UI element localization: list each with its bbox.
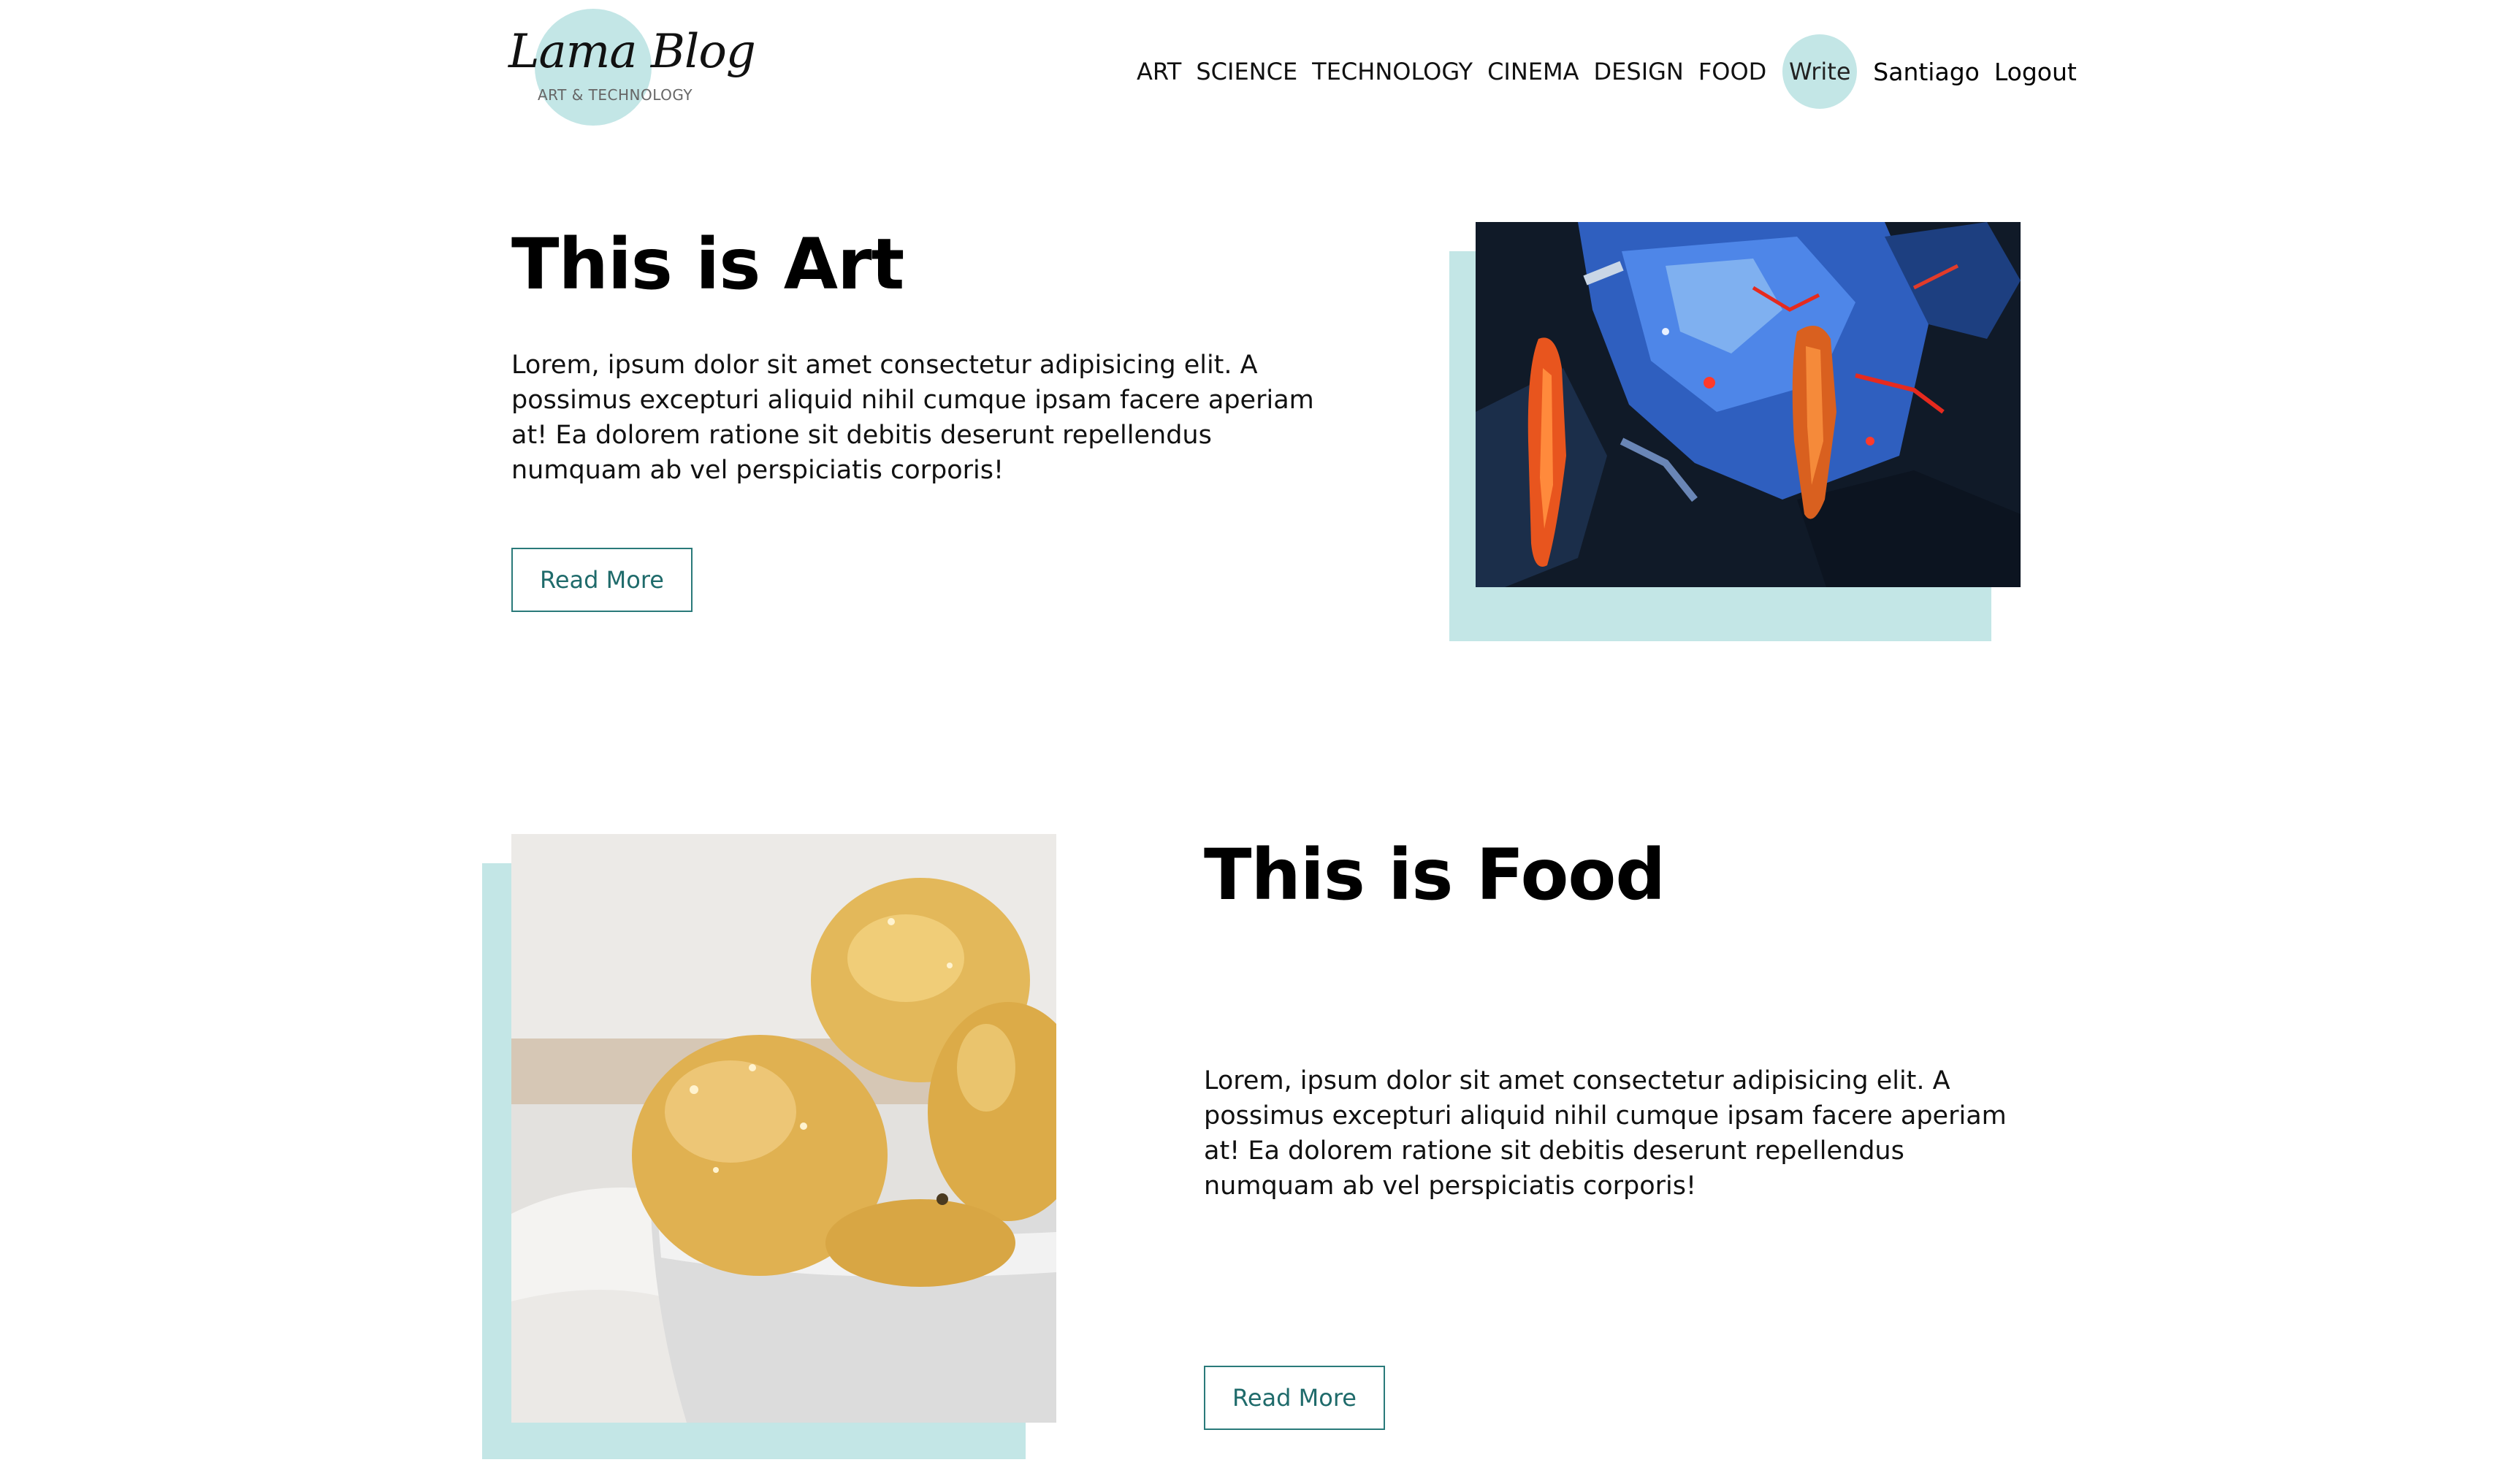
nav-link-food[interactable]: FOOD — [1698, 58, 1766, 85]
nav-link-cinema[interactable]: CINEMA — [1487, 58, 1579, 85]
nav-link-technology[interactable]: TECHNOLOGY — [1312, 58, 1473, 85]
lemons-bowl-graphic — [511, 834, 1056, 1423]
abstract-painting-image — [1476, 222, 2021, 587]
write-button[interactable]: Write — [1782, 34, 1858, 109]
read-more-button-food[interactable]: Read More — [1204, 1366, 1385, 1430]
nav-link-science[interactable]: SCIENCE — [1196, 58, 1297, 85]
nav-link-design[interactable]: DESIGN — [1594, 58, 1684, 85]
read-more-button-art[interactable]: Read More — [511, 548, 693, 612]
post-title-art: This is Art — [511, 223, 904, 305]
logo-subtitle: ART & TECHNOLOGY — [538, 86, 693, 104]
post-description-art: Lorem, ipsum dolor sit amet consectetur … — [511, 351, 1314, 485]
post-title-food: This is Food — [1204, 834, 1666, 916]
logout-link[interactable]: Logout — [1994, 58, 2077, 86]
lemons-bowl-image — [511, 834, 1056, 1423]
logo-title: Lama Blog — [508, 25, 756, 79]
post-description-food: Lorem, ipsum dolor sit amet consectetur … — [1204, 1066, 2007, 1201]
top-nav: ART SCIENCE TECHNOLOGY CINEMA DESIGN FOO… — [1137, 34, 2077, 109]
abstract-painting-graphic — [1476, 222, 2021, 587]
user-name-link[interactable]: Santiago — [1873, 58, 1980, 86]
nav-link-art[interactable]: ART — [1137, 58, 1181, 85]
